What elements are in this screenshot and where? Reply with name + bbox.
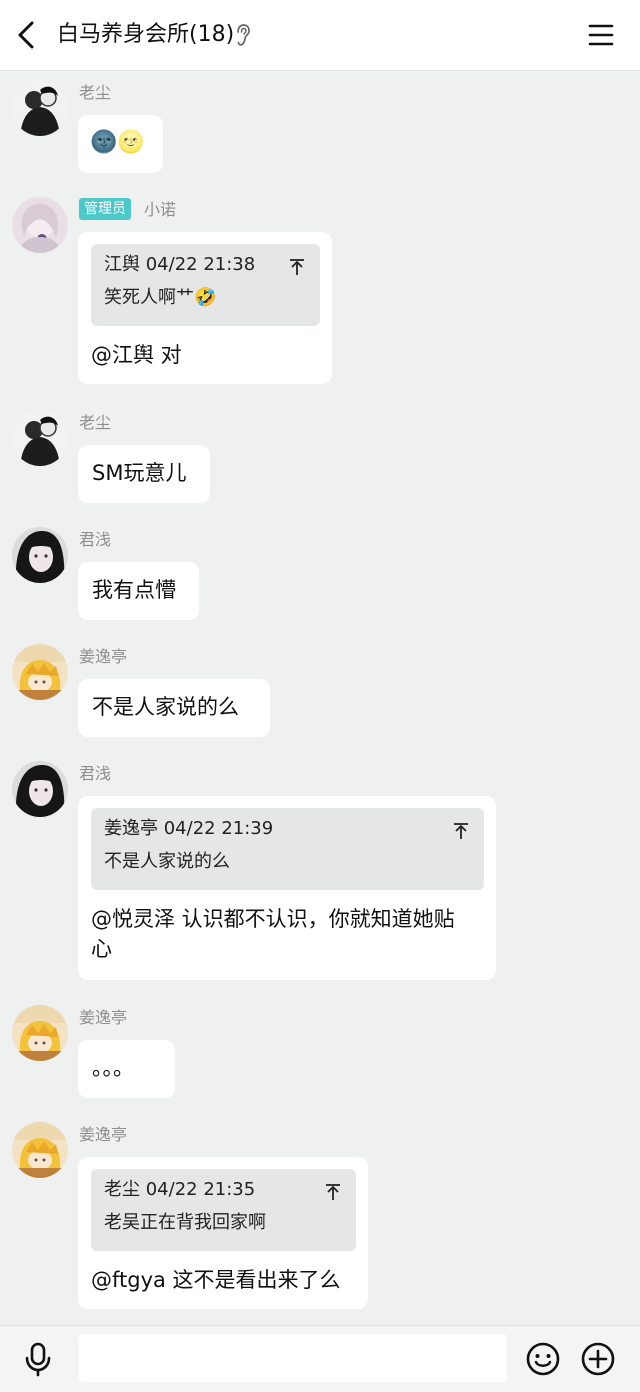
- quote-header: 老尘 04/22 21:35: [104, 1179, 256, 1200]
- jump-to-top-icon[interactable]: [288, 258, 306, 276]
- sender-name: 君浅: [79, 530, 112, 549]
- avatar[interactable]: [12, 197, 68, 253]
- admin-badge: 管理员: [79, 198, 131, 220]
- quote-header: 江舆 04/22 21:38: [104, 254, 256, 275]
- sender-name: 姜逸亭: [79, 647, 128, 666]
- emoji-icon[interactable]: [525, 1341, 561, 1377]
- message-text: 🌚🌝: [90, 130, 145, 155]
- ear-icon: [237, 24, 250, 46]
- plus-icon[interactable]: [580, 1341, 616, 1377]
- message-bubble[interactable]: SM玩意儿: [78, 445, 210, 503]
- message-text: @ftgya 这不是看出来了么: [91, 1268, 341, 1292]
- quote-text: 笑死人啊艹🤣: [104, 287, 217, 308]
- sender-name: 老尘: [79, 83, 112, 102]
- avatar[interactable]: [12, 644, 68, 700]
- message-bubble[interactable]: 我有点懵: [78, 562, 199, 620]
- sender-name: 小诺: [144, 200, 177, 219]
- avatar[interactable]: [12, 1005, 68, 1061]
- sender-name: 姜逸亭: [79, 1008, 128, 1027]
- message-bubble[interactable]: 🌚🌝: [78, 115, 163, 173]
- avatar[interactable]: [12, 410, 68, 466]
- sender-name: 姜逸亭: [79, 1125, 128, 1144]
- sender-name: 老尘: [79, 413, 112, 432]
- quoted-message[interactable]: 姜逸亭 04/22 21:39 不是人家说的么: [91, 808, 484, 890]
- menu-icon[interactable]: [588, 22, 614, 48]
- message-text: 不是人家说的么: [92, 695, 239, 719]
- message-bubble[interactable]: 江舆 04/22 21:38 笑死人啊艹🤣 @江舆 对: [78, 232, 332, 384]
- avatar[interactable]: [12, 761, 68, 817]
- back-arrow-icon[interactable]: [14, 18, 40, 52]
- message-text: @江舆 对: [91, 343, 182, 367]
- avatar[interactable]: [12, 80, 68, 136]
- quote-header: 姜逸亭 04/22 21:39: [104, 818, 274, 839]
- message-bubble[interactable]: 姜逸亭 04/22 21:39 不是人家说的么 @悦灵泽 认识都不认识，你就知道…: [78, 796, 496, 980]
- quoted-message[interactable]: 老尘 04/22 21:35 老吴正在背我回家啊: [91, 1169, 356, 1251]
- message-text: 。。。: [92, 1056, 134, 1080]
- message-text: @悦灵泽 认识都不认识，你就知道她贴心: [91, 907, 455, 961]
- message-text: SM玩意儿: [92, 461, 187, 485]
- quoted-message[interactable]: 江舆 04/22 21:38 笑死人啊艹🤣: [91, 244, 320, 326]
- input-bar: [0, 1325, 640, 1392]
- message-text: 我有点懵: [92, 578, 176, 602]
- quote-text: 不是人家说的么: [104, 851, 230, 872]
- message-bubble[interactable]: 老尘 04/22 21:35 老吴正在背我回家啊 @ftgya 这不是看出来了么: [78, 1157, 368, 1309]
- jump-to-top-icon[interactable]: [324, 1183, 342, 1201]
- avatar[interactable]: [12, 1122, 68, 1178]
- message-input[interactable]: [79, 1334, 507, 1382]
- jump-to-top-icon[interactable]: [452, 822, 470, 840]
- quote-text: 老吴正在背我回家啊: [104, 1212, 266, 1233]
- avatar[interactable]: [12, 527, 68, 583]
- message-bubble[interactable]: 不是人家说的么: [78, 679, 270, 737]
- chat-title: 白马养身会所(18): [57, 22, 235, 47]
- microphone-icon[interactable]: [22, 1341, 54, 1377]
- chat-header: 白马养身会所(18): [0, 0, 640, 71]
- message-bubble[interactable]: 。。。: [78, 1040, 175, 1098]
- sender-name: 君浅: [79, 764, 112, 783]
